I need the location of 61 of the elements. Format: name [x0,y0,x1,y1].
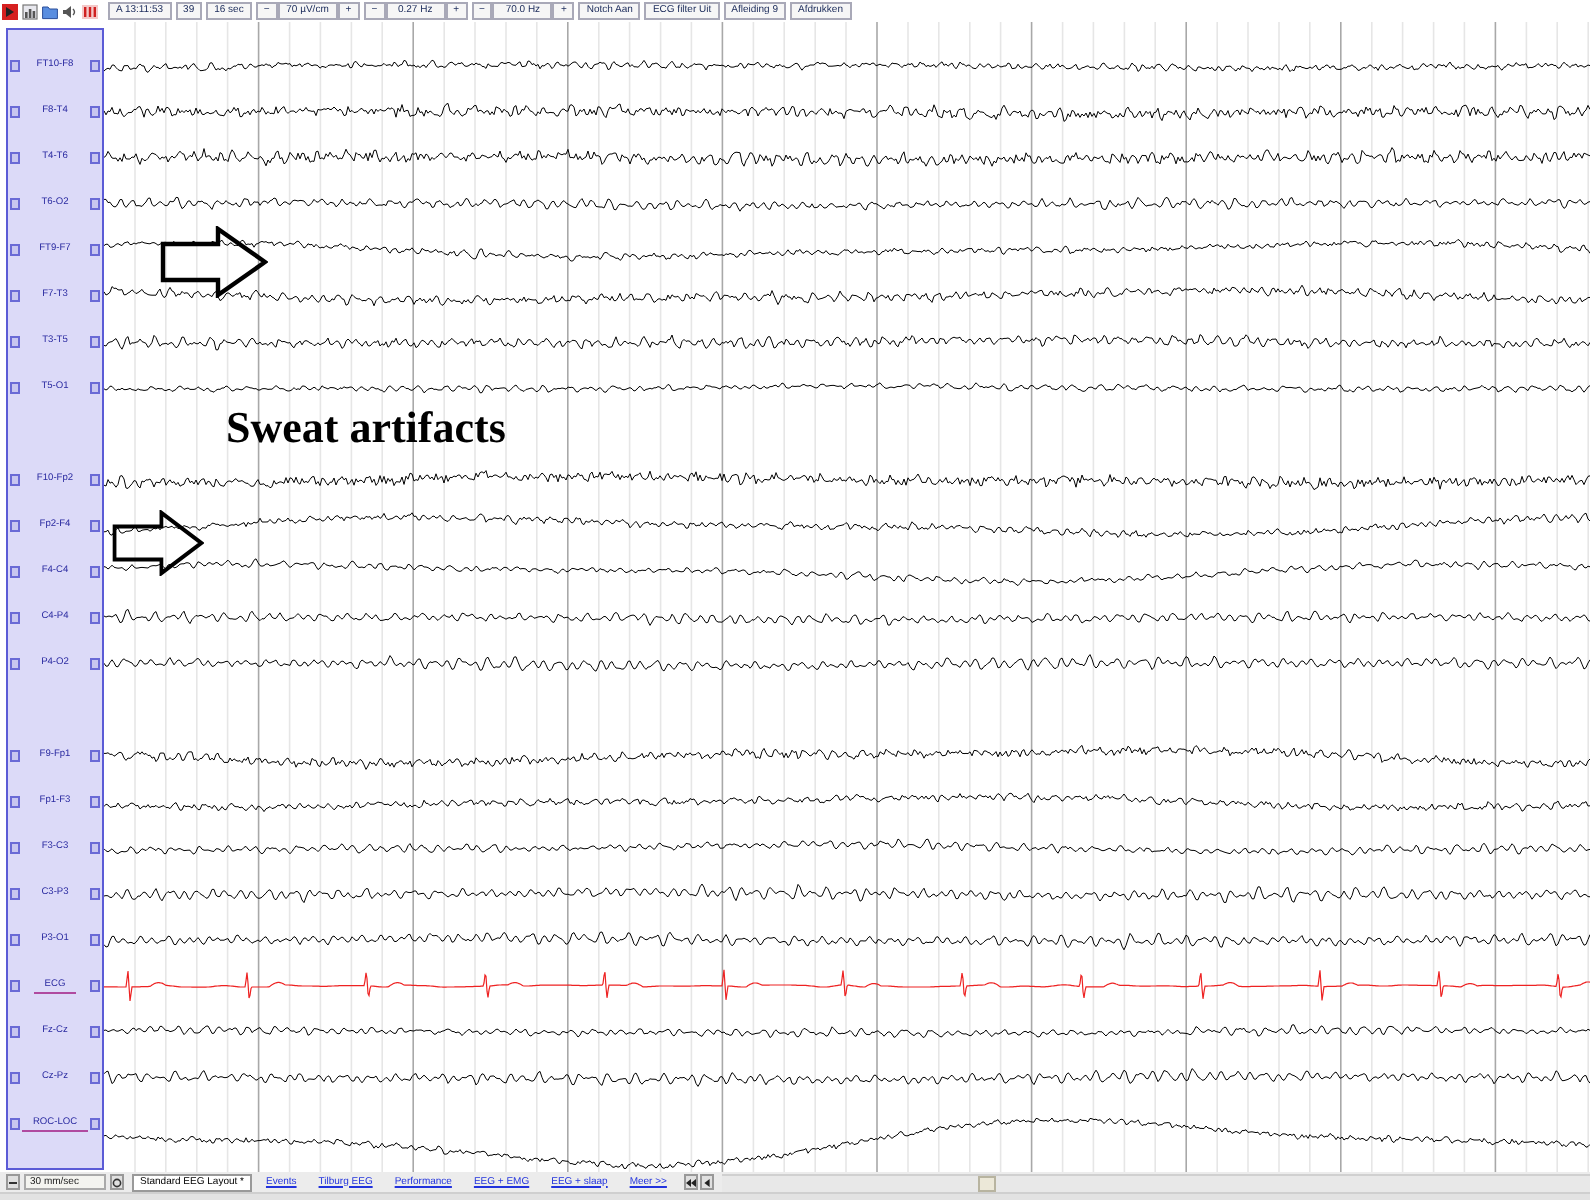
channel-menu-button[interactable] [10,244,20,256]
folder-icon[interactable] [42,3,58,19]
speaker-icon[interactable] [62,3,78,19]
channel-menu-button[interactable] [10,290,20,302]
channel-menu-button[interactable] [10,796,20,808]
channel-menu-button[interactable] [10,566,20,578]
channel-expand-button[interactable] [90,658,100,670]
channel-expand-button[interactable] [89,336,100,348]
annotation-title: Sweat artifacts [226,402,506,454]
circle-icon [112,1177,122,1187]
scroll-thumb[interactable] [978,1175,997,1191]
first-page-button[interactable] [684,1174,699,1190]
channel-expand-button[interactable] [89,612,100,624]
play-icon[interactable] [2,3,18,19]
channel-menu-button[interactable] [10,1118,20,1130]
channel-expand-button[interactable] [89,842,100,854]
channel-expand-button[interactable] [89,290,100,302]
channel-expand-button[interactable] [89,198,100,210]
channel-menu-button[interactable] [10,750,20,762]
channel-menu-button[interactable] [10,980,20,992]
channel-expand-button[interactable] [90,520,100,532]
channel-menu-button[interactable] [10,1026,20,1038]
channel-expand-button[interactable] [90,1072,100,1084]
minus-icon [8,1177,18,1187]
channel-expand-button[interactable] [90,796,100,808]
bars-icon[interactable] [82,3,98,19]
channel-menu-button[interactable] [10,842,20,854]
circle-button[interactable] [110,1174,124,1190]
channel-expand-button[interactable] [90,60,100,72]
channel-menu-button[interactable] [10,198,20,210]
channel-expand-button[interactable] [90,750,100,762]
channel-expand-button[interactable] [89,888,100,900]
chart-icon[interactable] [22,3,38,19]
channel-menu-button[interactable] [10,520,20,532]
horizontal-scrollbar[interactable] [722,1173,1590,1191]
channel-menu-button[interactable] [10,1072,20,1084]
channel-expand-button[interactable] [90,980,100,992]
channel-expand-button[interactable] [90,1118,100,1130]
channel-expand-button[interactable] [89,382,100,394]
channel-menu-button[interactable] [10,152,20,164]
channel-menu-button[interactable] [10,934,20,946]
channel-menu-button[interactable] [10,106,20,118]
channel-expand-button[interactable] [89,474,100,486]
channel-expand-button[interactable] [89,152,100,164]
channel-expand-button[interactable] [89,1026,100,1038]
channel-expand-button[interactable] [89,244,100,256]
channel-menu-button[interactable] [10,60,20,72]
channel-menu-button[interactable] [10,382,20,394]
channel-menu-button[interactable] [10,474,20,486]
channel-menu-button[interactable] [10,658,20,670]
outline-arrow [112,510,204,576]
channel-expand-button[interactable] [89,106,100,118]
outline-arrow [160,226,268,298]
left-triangle-icon [702,1177,713,1187]
channel-expand-button[interactable] [90,934,100,946]
channel-menu-button[interactable] [10,612,20,624]
channel-menu-button[interactable] [10,336,20,348]
channel-expand-button[interactable] [89,566,100,578]
double-left-triangle-icon [686,1177,697,1187]
channel-menu-button[interactable] [10,888,20,900]
minus-button[interactable] [6,1174,20,1190]
